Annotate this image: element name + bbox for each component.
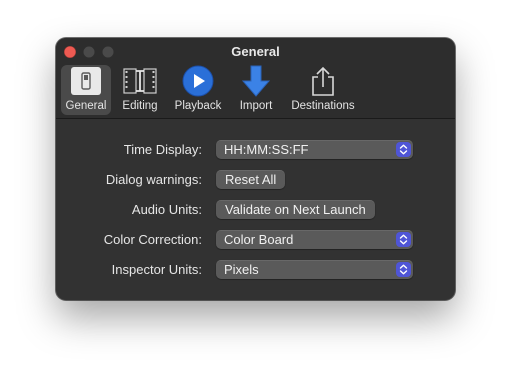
audio-units-label: Audio Units: xyxy=(131,202,202,217)
tab-playback[interactable]: Playback xyxy=(169,65,227,115)
down-arrow-icon xyxy=(238,65,274,97)
tab-editing-label: Editing xyxy=(122,100,158,112)
chevron-updown-icon xyxy=(396,142,411,157)
time-display-row: Time Display: HH:MM:SS:FF xyxy=(56,139,455,161)
inspector-units-label: Inspector Units: xyxy=(111,262,202,277)
color-correction-popup[interactable]: Color Board xyxy=(216,230,413,249)
share-icon xyxy=(305,65,341,97)
time-display-value: HH:MM:SS:FF xyxy=(224,142,309,157)
audio-units-row: Audio Units: Validate on Next Launch xyxy=(56,199,455,221)
filmstrip-icon xyxy=(122,65,158,97)
switch-icon xyxy=(68,65,104,97)
tab-import[interactable]: Import xyxy=(227,65,285,115)
tab-destinations-label: Destinations xyxy=(291,100,355,112)
tab-editing[interactable]: Editing xyxy=(111,65,169,115)
tab-import-label: Import xyxy=(239,100,273,112)
inspector-units-popup[interactable]: Pixels xyxy=(216,260,413,279)
window-title: General xyxy=(231,44,280,59)
general-settings-pane: Time Display: HH:MM:SS:FF Dialog warning… xyxy=(56,119,455,300)
chevron-updown-icon xyxy=(396,232,411,247)
reset-all-button[interactable]: Reset All xyxy=(216,170,286,189)
preferences-tabs: General Editing Playback Import Destinat… xyxy=(61,65,361,115)
chevron-updown-icon xyxy=(396,262,411,277)
validate-on-next-launch-button[interactable]: Validate on Next Launch xyxy=(216,200,375,219)
inspector-units-value: Pixels xyxy=(224,262,259,277)
dialog-warnings-label: Dialog warnings: xyxy=(105,172,202,187)
dialog-warnings-row: Dialog warnings: Reset All xyxy=(56,169,455,191)
tab-general[interactable]: General xyxy=(61,65,111,115)
play-icon xyxy=(180,65,216,97)
time-display-label: Time Display: xyxy=(123,142,202,157)
tab-playback-label: Playback xyxy=(174,100,222,112)
color-correction-row: Color Correction: Color Board xyxy=(56,229,455,251)
time-display-popup[interactable]: HH:MM:SS:FF xyxy=(216,140,413,159)
tab-general-label: General xyxy=(65,100,107,112)
color-correction-value: Color Board xyxy=(224,232,294,247)
window-toolbar: General General Editing Playback Import … xyxy=(56,38,455,119)
color-correction-label: Color Correction: xyxy=(103,232,202,247)
preferences-window: General General Editing Playback Import … xyxy=(56,38,455,300)
tab-destinations[interactable]: Destinations xyxy=(285,65,361,115)
inspector-units-row: Inspector Units: Pixels xyxy=(56,259,455,281)
